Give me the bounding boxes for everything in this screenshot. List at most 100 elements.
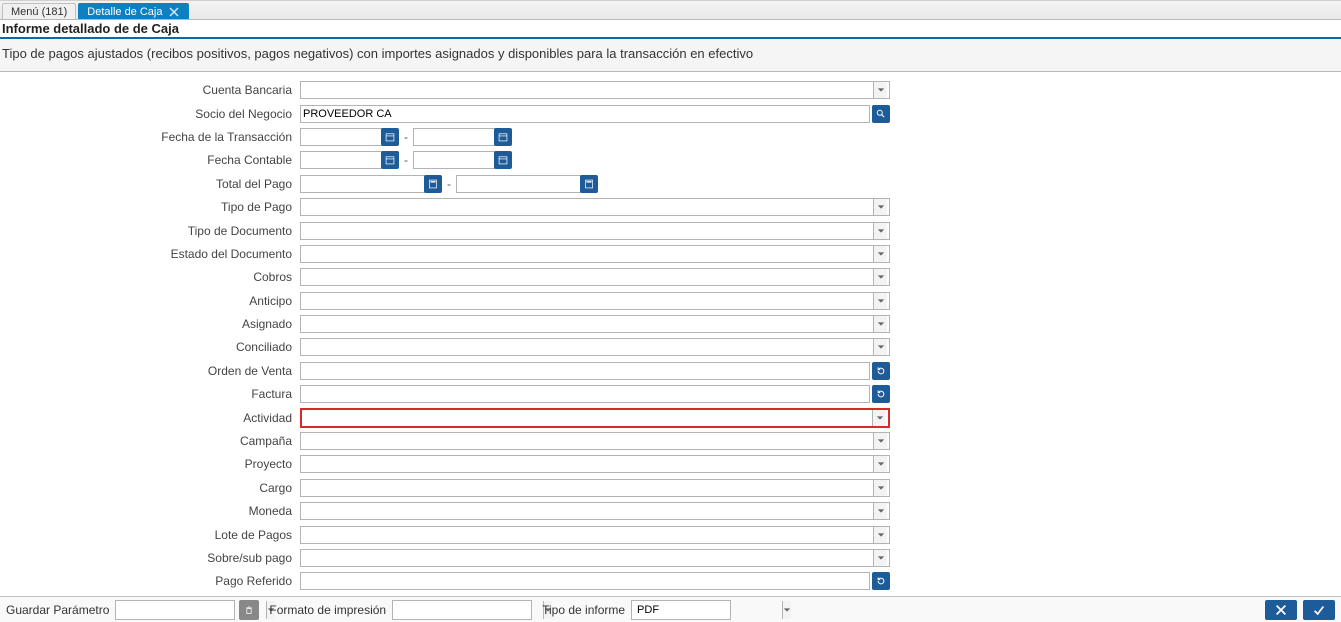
actividad-input[interactable] — [304, 410, 872, 426]
total-pago-from-calc[interactable] — [424, 175, 442, 193]
calculator-icon — [428, 179, 438, 189]
chevron-down-icon[interactable] — [873, 82, 887, 98]
label-proyecto: Proyecto — [0, 457, 300, 471]
moneda-input[interactable] — [303, 503, 873, 519]
cancel-button[interactable] — [1265, 600, 1297, 620]
label-fecha-contable: Fecha Contable — [0, 153, 300, 167]
chevron-down-icon[interactable] — [873, 527, 887, 543]
chevron-down-icon[interactable] — [873, 503, 887, 519]
formato-impresion-input[interactable] — [395, 601, 543, 619]
fecha-transaccion-to[interactable] — [413, 128, 495, 146]
chevron-down-icon[interactable] — [872, 410, 886, 426]
orden-venta-requery-button[interactable] — [872, 362, 890, 380]
tab-detalle-caja[interactable]: Detalle de Caja — [78, 3, 189, 19]
tipo-documento-input[interactable] — [303, 223, 873, 239]
chevron-down-icon[interactable] — [873, 433, 887, 449]
actividad-select[interactable] — [300, 408, 890, 428]
tipo-pago-input[interactable] — [303, 199, 873, 215]
page-subtitle: Tipo de pagos ajustados (recibos positiv… — [0, 39, 1341, 71]
proyecto-select[interactable] — [300, 455, 890, 473]
estado-documento-select[interactable] — [300, 245, 890, 263]
conciliado-select[interactable] — [300, 338, 890, 356]
label-anticipo: Anticipo — [0, 294, 300, 308]
fecha-contable-from-picker[interactable] — [381, 151, 399, 169]
zoom-icon — [876, 109, 886, 119]
anticipo-select[interactable] — [300, 292, 890, 310]
close-icon[interactable] — [168, 6, 180, 18]
chevron-down-icon[interactable] — [873, 456, 887, 472]
lote-pagos-select[interactable] — [300, 526, 890, 544]
tipo-informe-select[interactable] — [631, 600, 731, 620]
tab-menu-label: Menú (181) — [11, 6, 67, 18]
anticipo-input[interactable] — [303, 293, 873, 309]
factura-input[interactable] — [300, 385, 870, 403]
fecha-contable-to[interactable] — [413, 151, 495, 169]
refresh-icon — [876, 366, 886, 376]
fecha-transaccion-from[interactable] — [300, 128, 382, 146]
cobros-select[interactable] — [300, 268, 890, 286]
estado-documento-input[interactable] — [303, 246, 873, 262]
cobros-input[interactable] — [303, 269, 873, 285]
label-total-pago: Total del Pago — [0, 177, 300, 191]
chevron-down-icon[interactable] — [873, 480, 887, 496]
chevron-down-icon[interactable] — [873, 316, 887, 332]
tipo-documento-select[interactable] — [300, 222, 890, 240]
sobre-sub-pago-input[interactable] — [303, 550, 873, 566]
calendar-icon — [385, 155, 395, 165]
fecha-contable-from[interactable] — [300, 151, 382, 169]
form-scroll[interactable]: Cuenta Bancaria Socio del Negocio Fecha … — [0, 72, 1341, 596]
total-pago-to-calc[interactable] — [580, 175, 598, 193]
chevron-down-icon[interactable] — [873, 339, 887, 355]
chevron-down-icon[interactable] — [782, 601, 791, 619]
label-orden-venta: Orden de Venta — [0, 364, 300, 378]
label-sobre-sub-pago: Sobre/sub pago — [0, 551, 300, 565]
label-asignado: Asignado — [0, 317, 300, 331]
tipo-pago-select[interactable] — [300, 198, 890, 216]
pago-referido-requery-button[interactable] — [872, 572, 890, 590]
cuenta-bancaria-input[interactable] — [303, 82, 873, 98]
proyecto-input[interactable] — [303, 456, 873, 472]
pago-referido-input[interactable] — [300, 572, 870, 590]
guardar-parametro-select[interactable] — [115, 600, 235, 620]
chevron-down-icon[interactable] — [873, 246, 887, 262]
label-fecha-transaccion: Fecha de la Transacción — [0, 130, 300, 144]
moneda-select[interactable] — [300, 502, 890, 520]
chevron-down-icon[interactable] — [873, 269, 887, 285]
conciliado-input[interactable] — [303, 339, 873, 355]
factura-requery-button[interactable] — [872, 385, 890, 403]
orden-venta-input[interactable] — [300, 362, 870, 380]
asignado-select[interactable] — [300, 315, 890, 333]
tab-menu[interactable]: Menú (181) — [2, 3, 76, 19]
sobre-sub-pago-select[interactable] — [300, 549, 890, 567]
cuenta-bancaria-select[interactable] — [300, 81, 890, 99]
chevron-down-icon[interactable] — [873, 199, 887, 215]
socio-negocio-search-button[interactable] — [872, 105, 890, 123]
range-dash: - — [399, 130, 413, 144]
formato-impresion-select[interactable] — [392, 600, 532, 620]
chevron-down-icon[interactable] — [873, 550, 887, 566]
fecha-transaccion-to-picker[interactable] — [494, 128, 512, 146]
cargo-input[interactable] — [303, 480, 873, 496]
close-icon — [1274, 603, 1288, 617]
tabs-bar: Menú (181) Detalle de Caja — [0, 0, 1341, 20]
ok-button[interactable] — [1303, 600, 1335, 620]
fecha-contable-to-picker[interactable] — [494, 151, 512, 169]
tipo-informe-input[interactable] — [634, 601, 782, 619]
campana-input[interactable] — [303, 433, 873, 449]
label-moneda: Moneda — [0, 504, 300, 518]
label-campana: Campaña — [0, 434, 300, 448]
chevron-down-icon[interactable] — [873, 223, 887, 239]
cargo-select[interactable] — [300, 479, 890, 497]
asignado-input[interactable] — [303, 316, 873, 332]
total-pago-from[interactable] — [300, 175, 425, 193]
label-factura: Factura — [0, 387, 300, 401]
total-pago-to[interactable] — [456, 175, 581, 193]
chevron-down-icon[interactable] — [873, 293, 887, 309]
lote-pagos-input[interactable] — [303, 527, 873, 543]
form-panel: Cuenta Bancaria Socio del Negocio Fecha … — [0, 71, 1341, 596]
fecha-transaccion-from-picker[interactable] — [381, 128, 399, 146]
delete-parametro-button[interactable] — [239, 600, 259, 620]
campana-select[interactable] — [300, 432, 890, 450]
label-tipo-pago: Tipo de Pago — [0, 200, 300, 214]
socio-negocio-input[interactable] — [300, 105, 870, 123]
